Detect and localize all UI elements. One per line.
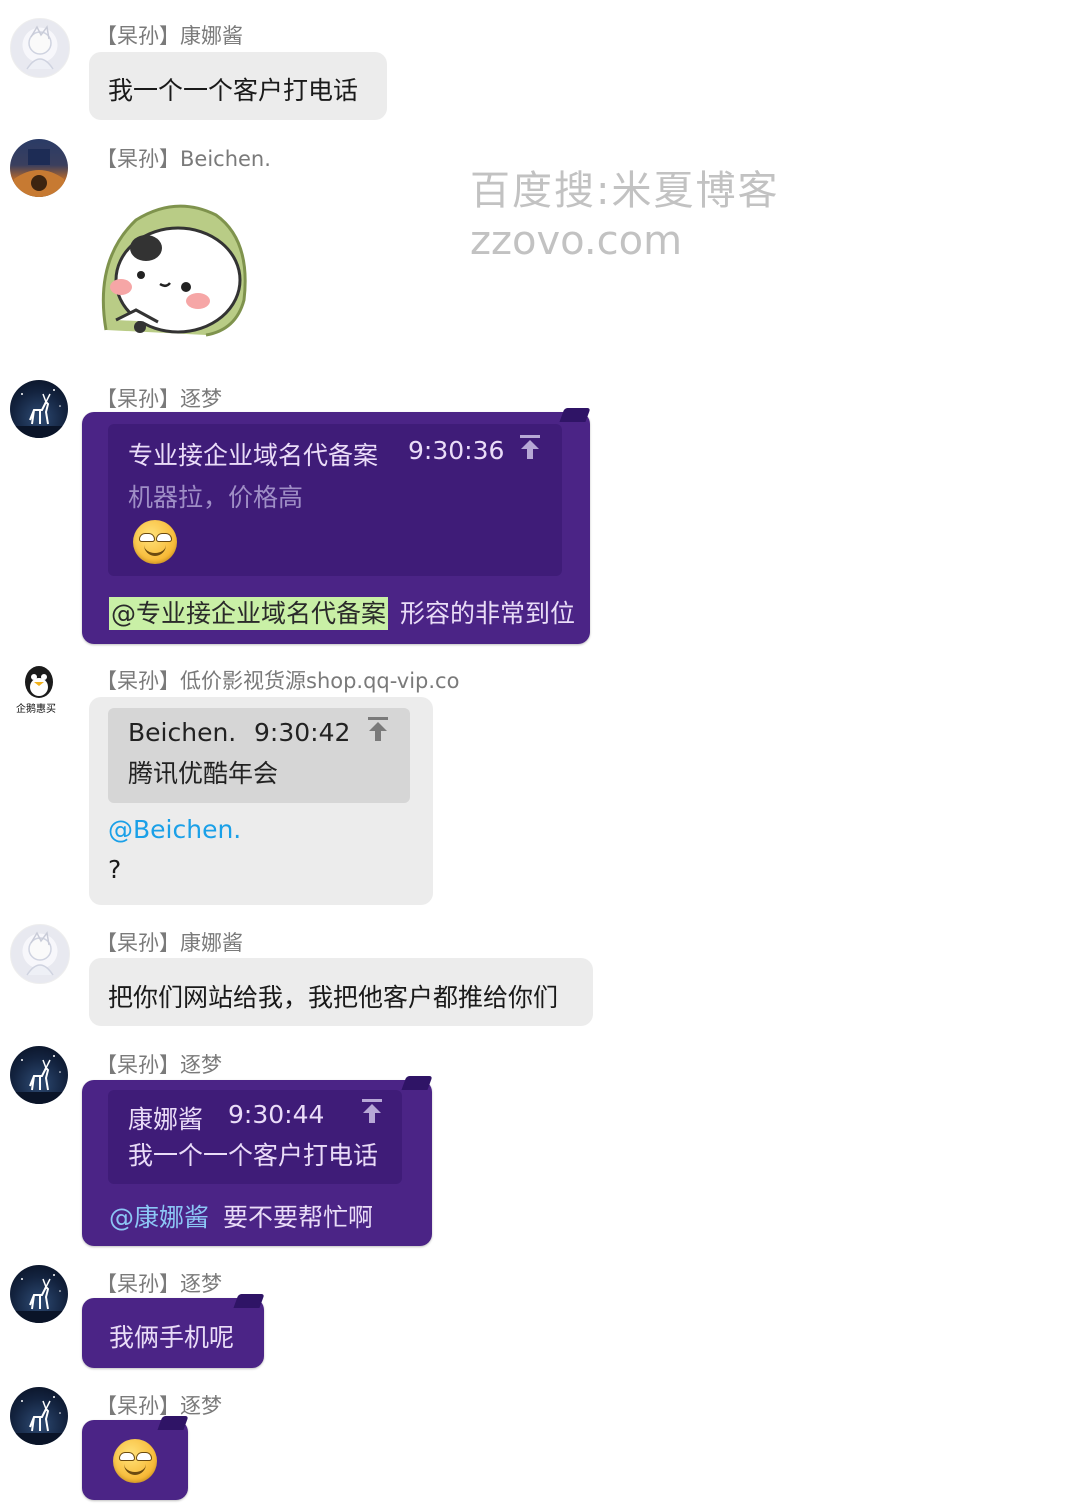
- quoted-message[interactable]: Beichen. 9:30:42 腾讯优酷年会: [108, 708, 410, 803]
- mention-tag[interactable]: @Beichen.: [108, 815, 241, 844]
- message-bubble[interactable]: 把你们网站给我，我把他客户都推给你们: [89, 958, 593, 1026]
- sender-name[interactable]: 【杲孙】逐梦: [96, 1268, 222, 1298]
- message-text: 形容的非常到位: [399, 599, 575, 628]
- message-text: ?: [108, 855, 122, 884]
- avatar[interactable]: [10, 380, 68, 438]
- message-bubble[interactable]: 专业接企业域名代备案 9:30:36 机器拉，价格高 @专业接企业域名代备案 形…: [82, 408, 591, 644]
- avatar[interactable]: [10, 1046, 68, 1104]
- quoted-message[interactable]: 专业接企业域名代备案 9:30:36 机器拉，价格高: [108, 424, 562, 576]
- avatar[interactable]: 企鹅惠买: [10, 660, 68, 718]
- message-bubble[interactable]: 我俩手机呢: [82, 1294, 265, 1368]
- smiley-emoji-icon: [113, 1439, 157, 1483]
- quoted-message[interactable]: 康娜酱 9:30:44 我一个一个客户打电话: [108, 1090, 402, 1184]
- sender-name[interactable]: 【杲孙】逐梦: [96, 383, 222, 413]
- avatar[interactable]: [10, 1387, 68, 1445]
- bubble-corner-decoration: [559, 408, 591, 422]
- bubble-corner-decoration: [401, 1076, 433, 1090]
- sticker-image[interactable]: [86, 190, 248, 340]
- avatar[interactable]: [10, 18, 70, 78]
- quote-text: 机器拉，价格高: [128, 483, 304, 512]
- photo-avatar-icon: [14, 149, 64, 197]
- watermark-line1: 百度搜:米夏博客: [470, 168, 780, 214]
- sender-name[interactable]: 【杲孙】逐梦: [96, 1049, 222, 1079]
- message-text: 把你们网站给我，我把他客户都推给你们: [108, 983, 559, 1012]
- message-text: 我一个一个客户打电话: [108, 76, 359, 105]
- bubble-corner-decoration: [233, 1294, 265, 1308]
- reply-line: @专业接企业域名代备案 形容的非常到位: [109, 594, 575, 630]
- message-bubble[interactable]: [82, 1416, 189, 1500]
- jump-to-quote-icon[interactable]: [366, 716, 390, 742]
- bubble-corner-decoration: [157, 1416, 189, 1430]
- quote-time: 9:30:36: [408, 436, 505, 465]
- deer-avatar-icon: [10, 1274, 68, 1323]
- quote-author: Beichen.: [128, 718, 237, 747]
- quote-text: 腾讯优酷年会: [128, 759, 279, 788]
- message-text: 我俩手机呢: [109, 1323, 235, 1352]
- deer-avatar-icon: [10, 1055, 68, 1104]
- quote-text: 我一个一个客户打电话: [128, 1141, 379, 1170]
- avatar-caption: 企鹅惠买: [16, 704, 56, 715]
- quote-author: 专业接企业域名代备案: [128, 441, 379, 470]
- quote-time: 9:30:44: [228, 1100, 325, 1129]
- deer-avatar-icon: [10, 1396, 68, 1445]
- jump-to-quote-icon[interactable]: [518, 434, 542, 460]
- watermark-line2: zzovo.com: [470, 218, 683, 264]
- anime-avatar-icon: [26, 931, 54, 976]
- anime-avatar-icon: [26, 25, 54, 70]
- sender-name[interactable]: 【杲孙】康娜酱: [96, 927, 243, 957]
- quote-time: 9:30:42: [254, 718, 351, 747]
- sender-name[interactable]: 【杲孙】Beichen.: [96, 143, 271, 173]
- quote-author: 康娜酱: [128, 1105, 204, 1134]
- reply-line: @康娜酱 要不要帮忙啊: [109, 1198, 373, 1234]
- avatar[interactable]: [10, 139, 68, 197]
- message-bubble[interactable]: Beichen. 9:30:42 腾讯优酷年会 @Beichen. ?: [89, 697, 433, 905]
- message-bubble[interactable]: 康娜酱 9:30:44 我一个一个客户打电话 @康娜酱 要不要帮忙啊: [82, 1076, 433, 1246]
- watermark: 百度搜:米夏博客 zzovo.com: [470, 158, 779, 264]
- avatar[interactable]: [10, 1265, 68, 1323]
- sender-name[interactable]: 【杲孙】康娜酱: [96, 20, 243, 50]
- message-text: 要不要帮忙啊: [222, 1203, 373, 1232]
- mention-tag[interactable]: @专业接企业域名代备案: [109, 597, 389, 630]
- sender-name[interactable]: 【杲孙】低价影视货源shop.qq-vip.co: [96, 665, 459, 695]
- sender-name[interactable]: 【杲孙】逐梦: [96, 1390, 222, 1420]
- message-bubble[interactable]: 我一个一个客户打电话: [89, 52, 387, 120]
- jump-to-quote-icon[interactable]: [360, 1098, 384, 1124]
- mention-tag[interactable]: @康娜酱: [109, 1203, 209, 1232]
- deer-avatar-icon: [10, 389, 68, 438]
- avatar[interactable]: [10, 924, 70, 984]
- smiley-emoji-icon: [133, 520, 177, 564]
